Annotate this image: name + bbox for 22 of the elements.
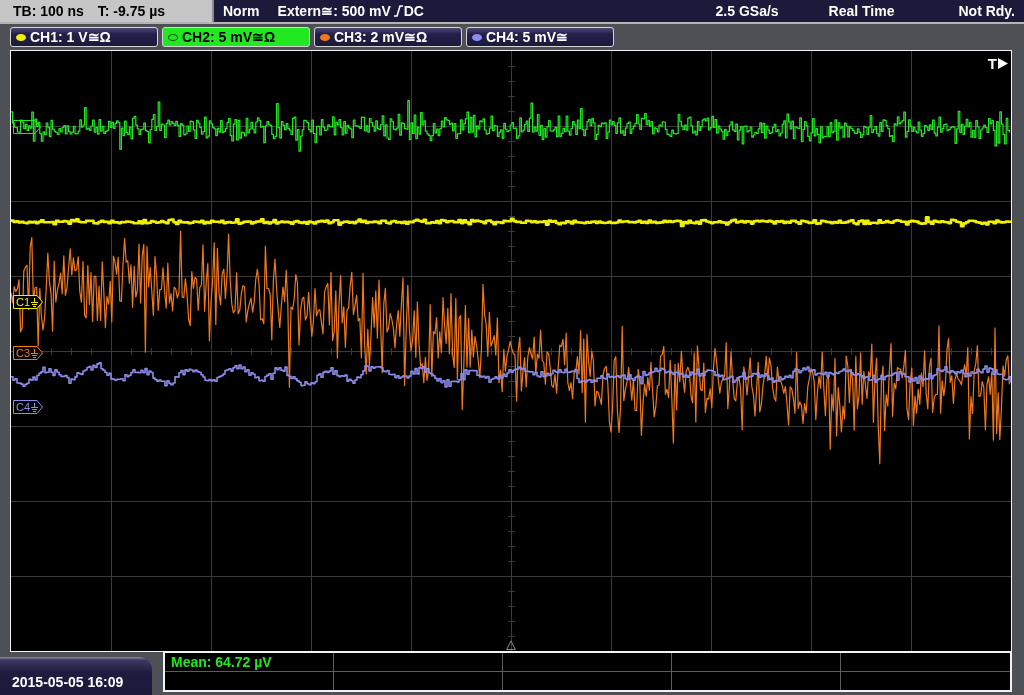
status-label: Not Rdy. [958, 3, 1015, 19]
acquisition-mode-label: Real Time [828, 3, 895, 19]
trigger-arrow-icon [998, 58, 1008, 69]
timebase-label: TB: 100 ns [13, 3, 84, 19]
channel-tab[interactable]: CH2: 5 mV≅Ω [162, 27, 310, 47]
channel-tab[interactable]: CH1: 1 V≅Ω [10, 27, 158, 47]
rising-edge-icon [393, 5, 403, 17]
channel-marker-label: C1 [16, 296, 31, 308]
trigger-label: T [987, 55, 997, 72]
trigger-position-icon [506, 640, 516, 650]
sample-rate-label: 2.5 GSa/s [715, 3, 779, 19]
measurement-readout: Mean: 64.72 µV [171, 654, 272, 671]
trigger-coupling-label: DC [403, 3, 424, 19]
channel-marker-label: C4 [16, 401, 31, 413]
trigger-mode-label: Norm [223, 3, 260, 19]
trigger-source-label: Extern≅: 500 mV [277, 3, 391, 19]
trigger-time-label: T: -9.75 µs [97, 3, 166, 19]
date-time-label: 2015-05-05 16:09 [12, 674, 124, 690]
marker-tag-icon [13, 120, 41, 134]
channel-marker-label: C3 [16, 347, 31, 359]
channel-tab[interactable]: CH4: 5 mV≅ [466, 27, 614, 47]
channel-tab[interactable]: CH3: 2 mV≅Ω [314, 27, 462, 47]
